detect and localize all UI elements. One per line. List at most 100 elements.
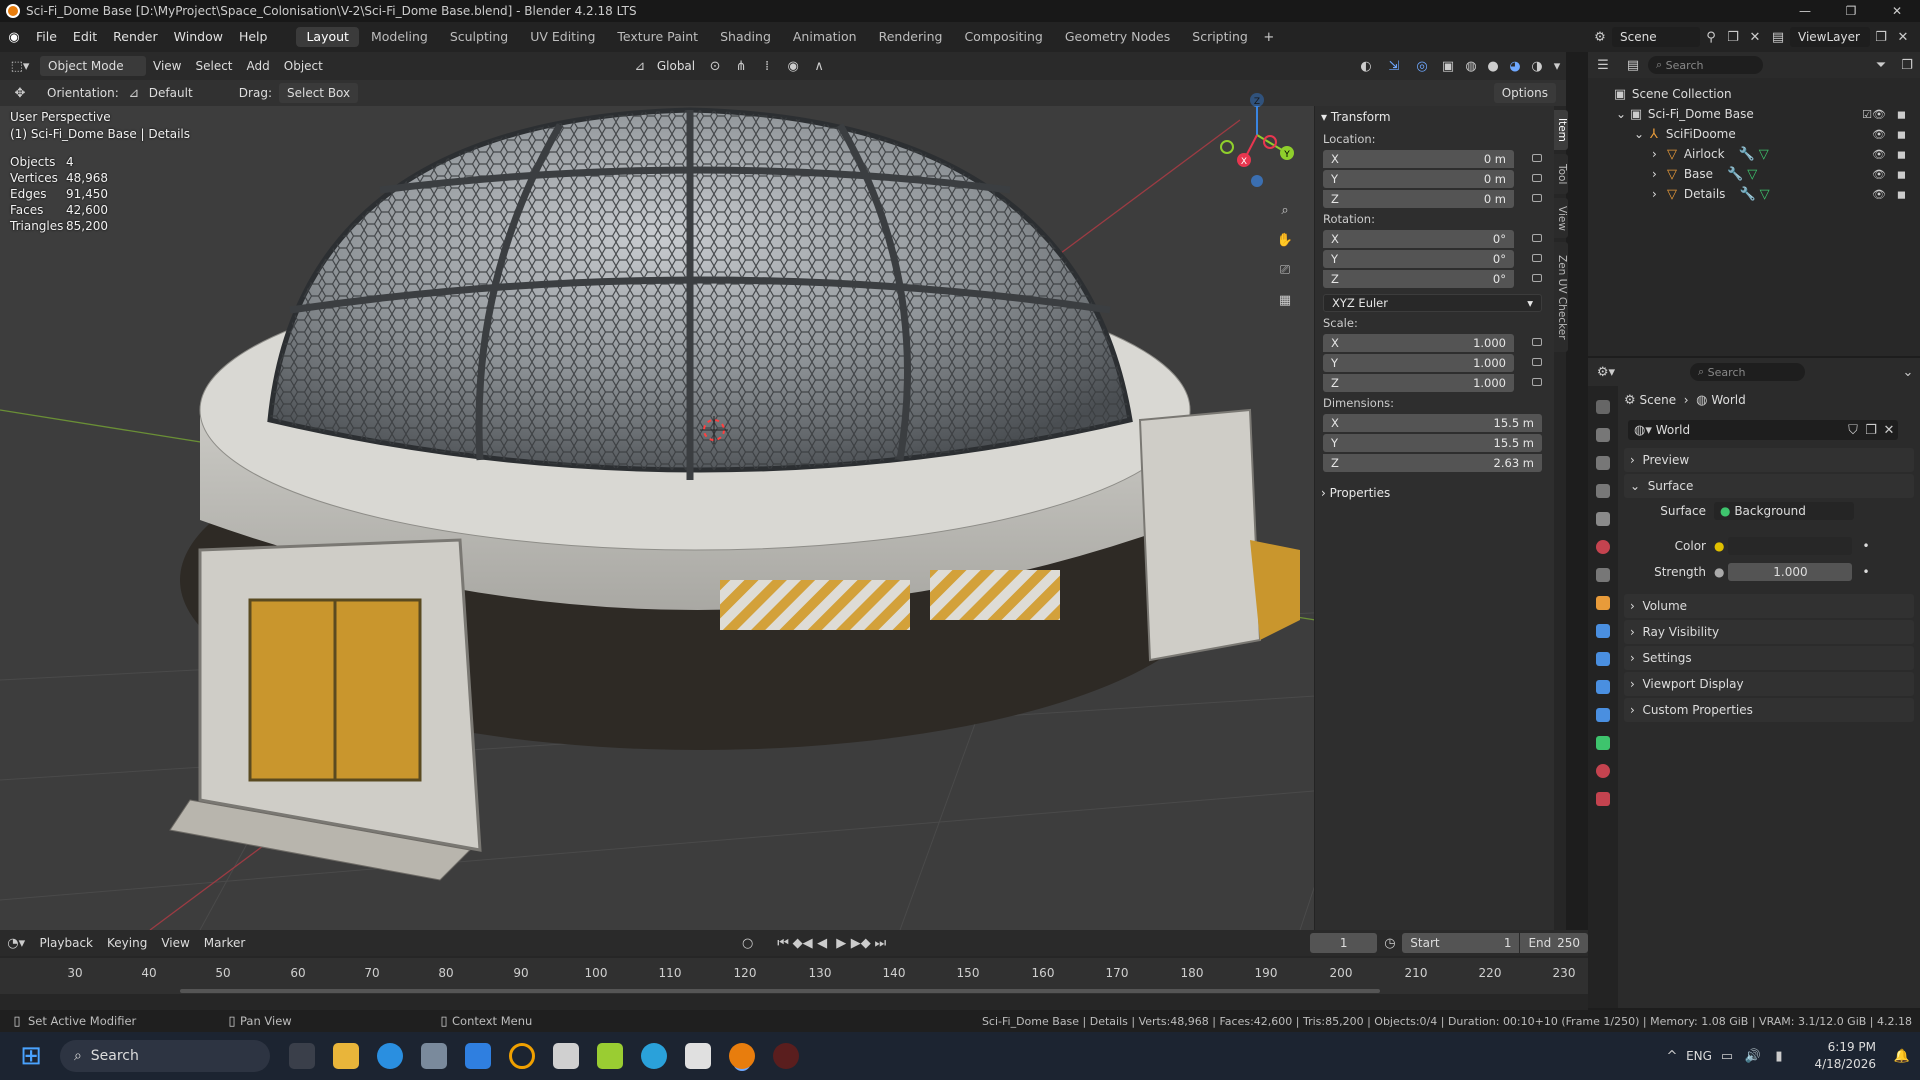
davinci-icon[interactable] (773, 1043, 799, 1069)
tab-tool[interactable]: Tool (1554, 154, 1568, 194)
render-tab-icon[interactable] (1596, 428, 1610, 442)
jump-end-icon[interactable]: ⏭ (871, 936, 890, 951)
pan-hand-icon[interactable]: ✋ (1270, 226, 1300, 256)
volume-icon[interactable]: 🔊 (1740, 1049, 1766, 1064)
options-dropdown[interactable]: Options (1493, 83, 1556, 103)
orientation-dropdown[interactable]: Default (142, 83, 232, 103)
tab-shading[interactable]: Shading (710, 27, 781, 47)
menu-file[interactable]: File (28, 22, 65, 52)
material-tab-icon[interactable] (1596, 764, 1610, 778)
zoom-icon[interactable]: ⌕ (1270, 196, 1300, 226)
tab-modeling[interactable]: Modeling (361, 27, 438, 47)
camera-icon[interactable]: ◼ (1897, 188, 1906, 201)
fake-user-icon[interactable]: ⛉ (1844, 423, 1862, 438)
properties-panel-header[interactable]: › Properties (1315, 482, 1554, 504)
tab-uv-editing[interactable]: UV Editing (520, 27, 605, 47)
scale-z-field[interactable]: Z 1.000 (1323, 374, 1514, 392)
rendered-shading-icon[interactable]: ◑ (1526, 59, 1548, 74)
eye-icon[interactable]: 👁 (1872, 108, 1886, 121)
outliner-editor-icon[interactable]: ☰ (1588, 58, 1618, 73)
outliner-search[interactable]: ⌕ Search (1648, 56, 1763, 74)
surface-shader-field[interactable]: ● Background (1714, 502, 1854, 520)
section-custom-properties[interactable]: › Custom Properties (1624, 698, 1914, 722)
eye-icon[interactable]: 👁 (1872, 168, 1886, 181)
lock-icon[interactable] (1532, 274, 1542, 282)
chevron-down-icon[interactable]: ⌄ (1896, 365, 1920, 380)
section-surface[interactable]: ⌄ Surface (1624, 474, 1914, 498)
snap-icon[interactable]: ⋔ (728, 59, 754, 74)
rotation-z-field[interactable]: Z 0° (1323, 270, 1514, 288)
menu-object[interactable]: Object (277, 56, 330, 76)
camera-view-icon[interactable]: ⎚ (1270, 256, 1300, 286)
camera-icon[interactable]: ◼ (1897, 168, 1906, 181)
delete-viewlayer-icon[interactable]: ✕ (1892, 30, 1914, 45)
menu-window[interactable]: Window (166, 22, 231, 52)
menu-view[interactable]: View (146, 56, 188, 76)
world-datablock-field[interactable]: ◍▾ World ⛉ ❐ ✕ (1628, 420, 1898, 440)
properties-search[interactable]: ⌕ Search (1690, 363, 1805, 381)
camera-icon[interactable]: ◼ (1897, 108, 1906, 121)
tab-compositing[interactable]: Compositing (954, 27, 1052, 47)
location-z-field[interactable]: Z0 m (1323, 190, 1514, 208)
camera-icon[interactable]: ◼ (1897, 148, 1906, 161)
color-swatch[interactable] (1728, 537, 1853, 555)
windows-start-icon[interactable]: ⊞ (14, 1039, 48, 1073)
timeline-scrollbar[interactable] (180, 989, 1380, 993)
tray-chevron-icon[interactable]: ^ (1660, 1049, 1684, 1064)
mesh-data-icon[interactable]: ▽ (1747, 167, 1757, 182)
language-indicator[interactable]: ENG (1684, 1049, 1714, 1063)
lock-icon[interactable] (1532, 154, 1542, 162)
taskbar-clock[interactable]: 6:19 PM 4/18/2026 (1792, 1039, 1876, 1073)
lock-icon[interactable] (1532, 234, 1542, 242)
add-workspace-icon[interactable]: + (1259, 30, 1279, 45)
preview-range-icon[interactable]: ◷ (1377, 936, 1402, 951)
modifier-icon[interactable]: 🔧 (1739, 187, 1755, 202)
jump-start-icon[interactable]: ⏮ (774, 936, 793, 951)
editor-type-icon[interactable]: ⬚▾ (0, 59, 40, 74)
capcut-icon[interactable] (685, 1043, 711, 1069)
task-view-icon[interactable] (289, 1043, 315, 1069)
outliner-scene-collection[interactable]: ▣ Scene Collection (1588, 84, 1920, 104)
tab-rendering[interactable]: Rendering (869, 27, 953, 47)
pin-icon[interactable]: ⚲ (1700, 30, 1722, 45)
display-mode-icon[interactable]: ▤ (1618, 58, 1648, 73)
lock-icon[interactable] (1532, 254, 1542, 262)
unity-icon[interactable] (553, 1043, 579, 1069)
section-settings[interactable]: › Settings (1624, 646, 1914, 670)
lock-icon[interactable] (1532, 358, 1542, 366)
outliner-collection[interactable]: ⌄ ▣ Sci-Fi_Dome Base ☑ 👁 ◼ (1588, 104, 1920, 124)
scale-y-field[interactable]: Y 1.000 (1323, 354, 1514, 372)
tab-layout[interactable]: Layout (296, 27, 359, 47)
notepad-icon[interactable] (465, 1043, 491, 1069)
tab-animation[interactable]: Animation (783, 27, 867, 47)
blender-menu-icon[interactable]: ◉ (0, 30, 28, 45)
app-circle-icon[interactable] (509, 1043, 535, 1069)
transform-panel-header[interactable]: ▾ Transform (1315, 106, 1554, 128)
xray-icon[interactable]: ▣ (1436, 59, 1460, 74)
new-collection-icon[interactable]: ❐ (1894, 58, 1920, 73)
dimensions-x-field[interactable]: X 15.5 m (1323, 414, 1542, 432)
mesh-data-icon[interactable]: ▽ (1760, 187, 1770, 202)
viewlayer-selector[interactable]: ViewLayer (1790, 27, 1870, 47)
menu-add[interactable]: Add (240, 56, 277, 76)
camera-icon[interactable]: ◼ (1897, 128, 1906, 141)
section-preview[interactable]: › Preview (1624, 448, 1914, 472)
maximize-button[interactable]: ❐ (1828, 0, 1874, 22)
tab-zen-uv-checker[interactable]: Zen UV Checker (1554, 242, 1568, 352)
edge-browser-icon[interactable] (377, 1043, 403, 1069)
minimize-button[interactable]: — (1782, 0, 1828, 22)
overlay-toggle-icon[interactable]: ◎ (1408, 59, 1436, 74)
visibility-icon[interactable]: ◐ (1352, 59, 1380, 74)
new-scene-icon[interactable]: ❐ (1722, 30, 1744, 45)
transform-tool-icon[interactable]: ✥ (0, 86, 40, 101)
snap-target-icon[interactable]: ⁞ (754, 59, 780, 74)
unlink-icon[interactable]: ✕ (1880, 423, 1898, 438)
data-tab-icon[interactable] (1596, 736, 1610, 750)
location-y-field[interactable]: Y0 m (1323, 170, 1514, 188)
clock-editor-icon[interactable]: ◔▾ (0, 936, 32, 951)
checkbox-icon[interactable]: ☑ (1862, 108, 1872, 121)
rotation-x-field[interactable]: X 0° (1323, 230, 1514, 248)
scale-x-field[interactable]: X 1.000 (1323, 334, 1514, 352)
strength-field[interactable]: 1.000 (1728, 563, 1853, 581)
menu-timeline-view[interactable]: View (154, 933, 196, 953)
